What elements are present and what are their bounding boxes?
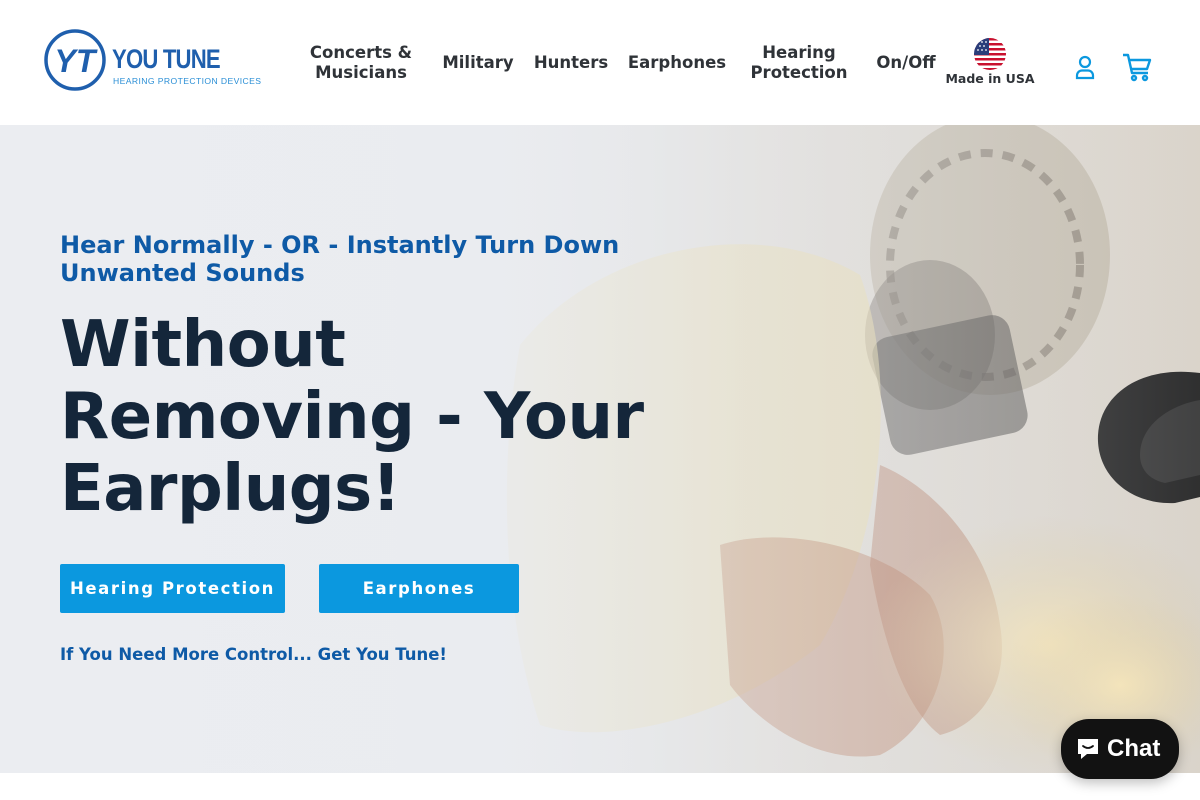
made-in-usa-label: Made in USA xyxy=(945,71,1035,86)
nav-concerts-musicians[interactable]: Concerts & Musicians xyxy=(306,43,416,83)
chat-bubble-icon xyxy=(1078,739,1098,759)
earphones-button[interactable]: Earphones xyxy=(319,564,519,613)
nav-earphones[interactable]: Earphones xyxy=(626,53,728,73)
get-you-tune-link[interactable]: If You Need More Control... Get You Tune… xyxy=(60,645,447,664)
cart-icon[interactable] xyxy=(1121,51,1153,87)
logo-tagline: HEARING PROTECTION DEVICES xyxy=(113,76,262,86)
nav-concerts-line2: Musicians xyxy=(315,63,407,82)
logo-mark-icon: YT xyxy=(44,29,106,91)
svg-text:YT: YT xyxy=(55,43,98,79)
us-flag-icon[interactable] xyxy=(974,38,1006,70)
site-header: YT YOU TUNE HEARING PROTECTION DEVICES C… xyxy=(0,0,1200,125)
nav-hearing-protection[interactable]: Hearing Protection xyxy=(744,43,854,83)
hero-headline: Without Removing - Your Earplugs! xyxy=(60,308,644,526)
brand-logo[interactable]: YT YOU TUNE HEARING PROTECTION DEVICES xyxy=(44,28,261,92)
hero-eyebrow: Hear Normally - OR - Instantly Turn Down… xyxy=(60,231,620,287)
nav-hearing-line2: Protection xyxy=(750,63,848,82)
user-icon[interactable] xyxy=(1073,54,1097,84)
hero-banner: Hear Normally - OR - Instantly Turn Down… xyxy=(0,125,1200,773)
hearing-protection-button[interactable]: Hearing Protection xyxy=(60,564,285,613)
chat-button[interactable]: Chat xyxy=(1061,719,1179,779)
logo-brand-text: YOU TUNE xyxy=(112,44,221,74)
nav-hunters[interactable]: Hunters xyxy=(532,53,610,73)
nav-military[interactable]: Military xyxy=(440,53,516,73)
chat-label: Chat xyxy=(1107,735,1161,762)
nav-concerts-line1: Concerts & xyxy=(309,43,413,62)
nav-on-off[interactable]: On/Off xyxy=(870,53,942,73)
nav-hearing-line1: Hearing xyxy=(762,43,836,62)
